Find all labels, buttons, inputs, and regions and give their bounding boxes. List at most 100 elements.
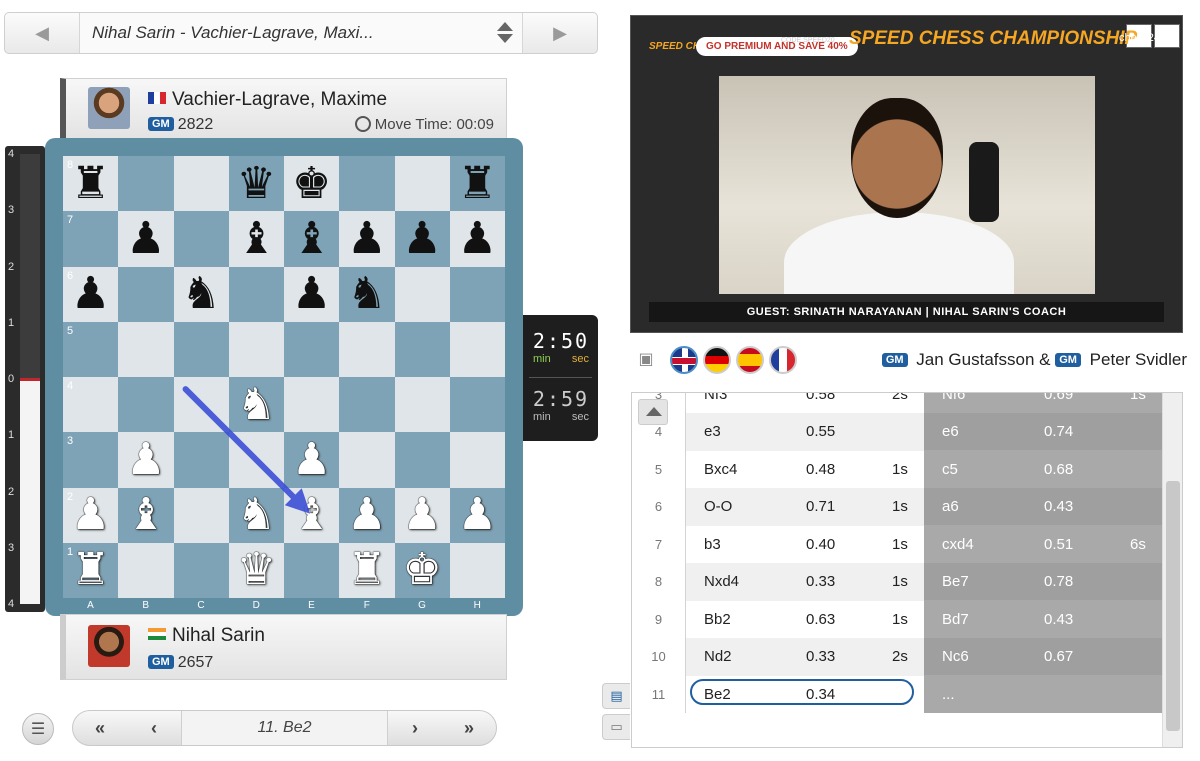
- square-b7[interactable]: ♟: [118, 211, 174, 267]
- square-g3[interactable]: [394, 432, 450, 488]
- square-f6[interactable]: ♞: [339, 266, 395, 322]
- white-pawn-icon[interactable]: ♟: [458, 493, 497, 537]
- square-g2[interactable]: ♟: [394, 487, 450, 543]
- current-move-label[interactable]: 11. Be2: [181, 711, 388, 745]
- black-pawn-icon[interactable]: ♟: [347, 216, 386, 261]
- white-move[interactable]: Nd2 0.33 2s: [686, 637, 924, 676]
- square-f8[interactable]: [339, 156, 395, 212]
- square-d6[interactable]: [228, 266, 284, 322]
- black-bishop-icon[interactable]: ♝: [292, 216, 331, 261]
- black-move[interactable]: ...: [924, 675, 1162, 713]
- camera-icon[interactable]: ▣: [632, 346, 660, 374]
- game-select-dropdown[interactable]: Nihal Sarin - Vachier-Lagrave, Maxi...: [79, 13, 523, 53]
- notation-tab[interactable]: ▤: [602, 683, 630, 709]
- spanish-flag-icon[interactable]: [736, 346, 764, 374]
- menu-button[interactable]: ☰: [22, 713, 54, 745]
- square-a3[interactable]: 3: [63, 432, 119, 488]
- scrollbar-thumb[interactable]: [1166, 481, 1180, 731]
- white-rook-icon[interactable]: ♜: [347, 548, 386, 592]
- square-b4[interactable]: [118, 377, 174, 433]
- square-h2[interactable]: ♟: [449, 487, 505, 543]
- white-move[interactable]: O-O 0.71 1s: [686, 487, 924, 526]
- square-e1[interactable]: [284, 542, 340, 598]
- black-knight-icon[interactable]: ♞: [181, 272, 220, 316]
- german-flag-icon[interactable]: [703, 346, 731, 374]
- white-pawn-icon[interactable]: ♟: [126, 437, 165, 482]
- black-knight-icon[interactable]: ♞: [347, 272, 386, 316]
- square-c3[interactable]: [173, 432, 229, 488]
- square-g8[interactable]: [394, 156, 450, 212]
- white-knight-icon[interactable]: ♞: [237, 382, 276, 427]
- black-move[interactable]: Nc6 0.67: [924, 637, 1162, 676]
- square-e5[interactable]: [284, 321, 340, 377]
- square-f2[interactable]: ♟: [339, 487, 395, 543]
- square-c8[interactable]: [173, 156, 229, 212]
- white-move[interactable]: Nf3 0.58 2s: [686, 393, 924, 413]
- french-flag-icon[interactable]: [769, 346, 797, 374]
- black-pawn-icon[interactable]: ♟: [458, 216, 497, 261]
- black-king-icon[interactable]: ♚: [292, 161, 331, 206]
- white-move[interactable]: Bxc4 0.48 1s: [686, 450, 924, 488]
- square-b2[interactable]: ♝: [118, 487, 174, 543]
- chat-tab[interactable]: ▭: [602, 714, 630, 740]
- white-pawn-icon[interactable]: ♟: [402, 493, 441, 537]
- square-a5[interactable]: 5: [63, 321, 119, 377]
- black-move[interactable]: a6 0.43: [924, 487, 1162, 526]
- square-b3[interactable]: ♟: [118, 432, 174, 488]
- prev-game-button[interactable]: ◀: [5, 13, 79, 53]
- black-move[interactable]: Be7 0.78: [924, 562, 1162, 601]
- square-a2[interactable]: 2 ♟: [63, 487, 119, 543]
- white-bishop-icon[interactable]: ♝: [126, 493, 165, 537]
- white-move[interactable]: Be2 0.34: [686, 675, 924, 713]
- black-rook-icon[interactable]: ♜: [458, 161, 497, 206]
- square-b1[interactable]: [118, 542, 174, 598]
- white-king-icon[interactable]: ♚: [402, 548, 441, 592]
- square-b8[interactable]: [118, 156, 174, 212]
- square-a1[interactable]: 1 ♜: [63, 542, 119, 598]
- white-pawn-icon[interactable]: ♟: [292, 437, 331, 482]
- square-e6[interactable]: ♟: [284, 266, 340, 322]
- square-d3[interactable]: [228, 432, 284, 488]
- square-f1[interactable]: ♜: [339, 542, 395, 598]
- square-a4[interactable]: 4: [63, 377, 119, 433]
- square-f4[interactable]: [339, 377, 395, 433]
- square-d8[interactable]: ♛: [228, 156, 284, 212]
- square-c2[interactable]: [173, 487, 229, 543]
- first-move-button[interactable]: «: [73, 718, 127, 739]
- white-move[interactable]: Bb2 0.63 1s: [686, 600, 924, 638]
- square-h3[interactable]: [449, 432, 505, 488]
- square-c7[interactable]: [173, 211, 229, 267]
- square-h6[interactable]: [449, 266, 505, 322]
- previous-move-button[interactable]: ‹: [127, 718, 181, 739]
- square-a6[interactable]: 6 ♟: [63, 266, 119, 322]
- english-flag-icon[interactable]: [670, 346, 698, 374]
- black-pawn-icon[interactable]: ♟: [292, 272, 331, 316]
- square-c1[interactable]: [173, 542, 229, 598]
- square-h5[interactable]: [449, 321, 505, 377]
- square-f3[interactable]: [339, 432, 395, 488]
- black-pawn-icon[interactable]: ♟: [71, 272, 110, 316]
- square-d4[interactable]: ♞: [228, 377, 284, 433]
- square-g6[interactable]: [394, 266, 450, 322]
- square-e3[interactable]: ♟: [284, 432, 340, 488]
- next-move-button[interactable]: ›: [388, 718, 442, 739]
- black-move[interactable]: Nf6 0.69 1s: [924, 393, 1162, 413]
- white-queen-icon[interactable]: ♛: [237, 548, 276, 592]
- square-b6[interactable]: [118, 266, 174, 322]
- square-g4[interactable]: [394, 377, 450, 433]
- square-a8[interactable]: 8 ♜: [63, 156, 119, 212]
- white-pawn-icon[interactable]: ♟: [71, 493, 110, 537]
- white-pawn-icon[interactable]: ♟: [347, 493, 386, 537]
- video-player[interactable]: SPEED CHESS CHAMPIONSHIP GO PREMIUM AND …: [630, 15, 1183, 333]
- white-bishop-icon[interactable]: ♝: [292, 493, 331, 537]
- black-move[interactable]: cxd4 0.51 6s: [924, 525, 1162, 563]
- square-h4[interactable]: [449, 377, 505, 433]
- black-bishop-icon[interactable]: ♝: [237, 216, 276, 261]
- square-c6[interactable]: ♞: [173, 266, 229, 322]
- square-d1[interactable]: ♛: [228, 542, 284, 598]
- square-e7[interactable]: ♝: [284, 211, 340, 267]
- white-move[interactable]: b3 0.40 1s: [686, 525, 924, 563]
- square-e2[interactable]: ♝: [284, 487, 340, 543]
- scroll-up-button[interactable]: [638, 399, 668, 425]
- black-move[interactable]: c5 0.68: [924, 450, 1162, 488]
